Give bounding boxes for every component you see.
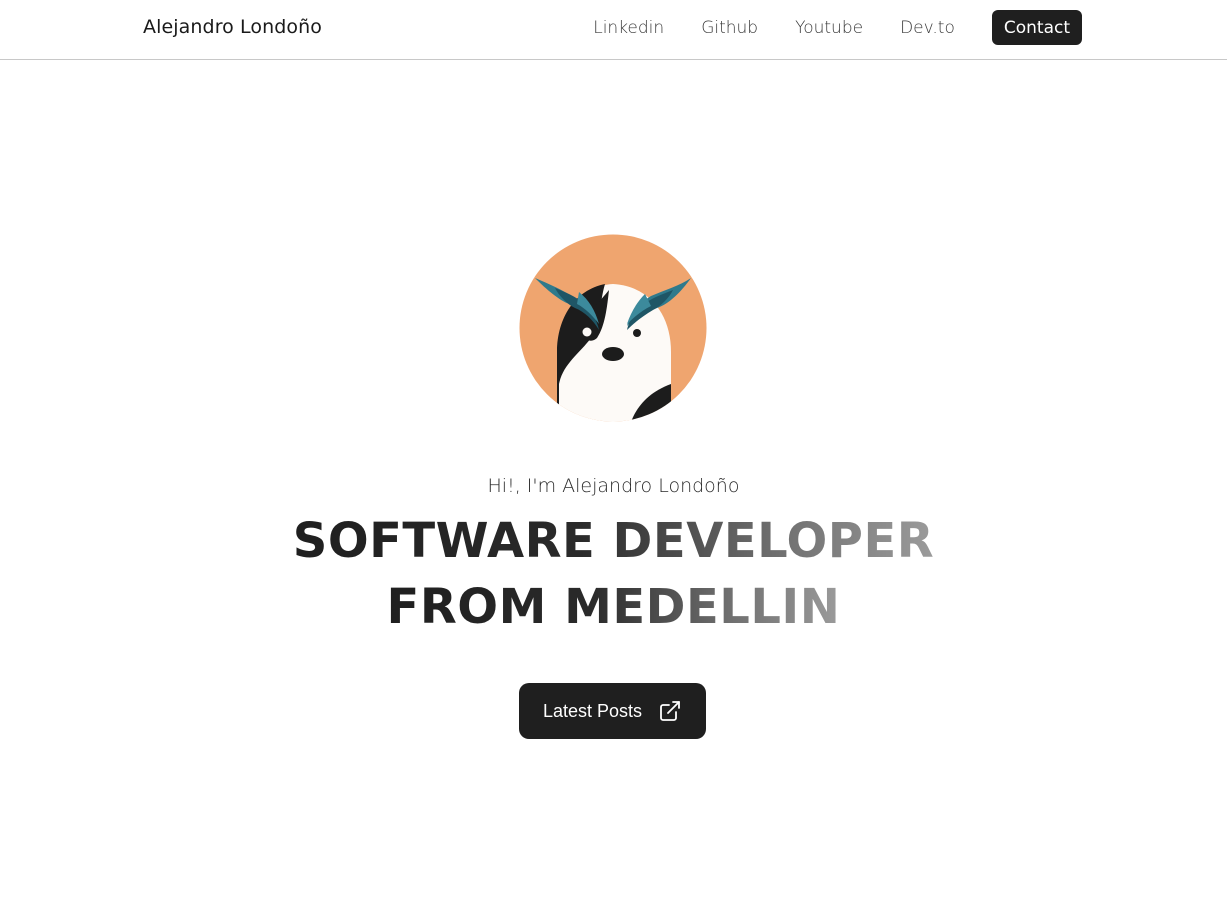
- nav-link-linkedin[interactable]: Linkedin: [593, 18, 664, 38]
- site-brand[interactable]: Alejandro Londoño: [143, 16, 322, 38]
- hero-headline: SOFTWARE DEVELOPER FROM MEDELLIN: [0, 508, 1227, 640]
- headline-line-1: SOFTWARE DEVELOPER: [293, 508, 934, 574]
- nav-link-youtube[interactable]: Youtube: [795, 18, 863, 38]
- headline-line-2: FROM MEDELLIN: [387, 574, 841, 640]
- nav-link-github[interactable]: Github: [701, 18, 758, 38]
- greeting-text: Hi!, I'm Alejandro Londoño: [487, 475, 740, 497]
- top-navbar: Alejandro Londoño Linkedin Github Youtub…: [0, 0, 1227, 60]
- external-link-icon: [658, 699, 682, 723]
- cartoon-cow-avatar-icon: [519, 234, 707, 422]
- latest-posts-label: Latest Posts: [542, 700, 643, 721]
- nav-link-devto[interactable]: Dev.to: [900, 18, 955, 38]
- hero-section: Hi!, I'm Alejandro Londoño SOFTWARE DEVE…: [0, 60, 1227, 911]
- latest-posts-button[interactable]: Latest Posts: [519, 683, 706, 739]
- nav-links: Linkedin Github Youtube Dev.to Contact: [593, 10, 1082, 45]
- contact-button[interactable]: Contact: [991, 10, 1082, 45]
